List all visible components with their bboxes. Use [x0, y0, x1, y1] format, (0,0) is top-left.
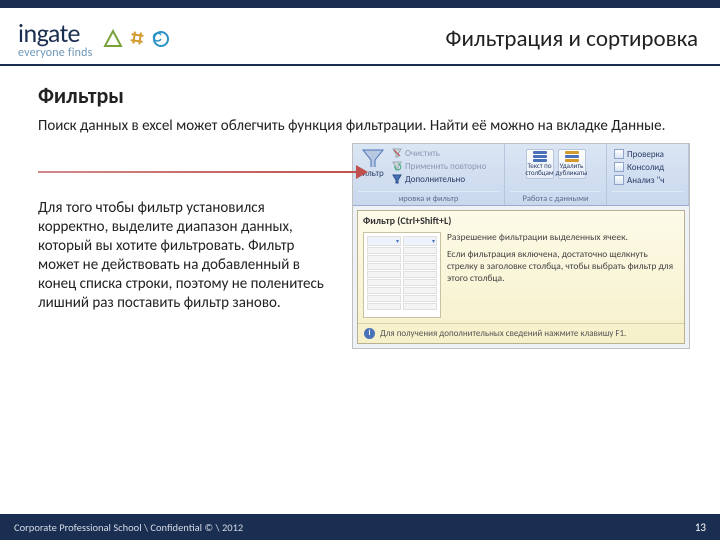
opt-clear-label: Очистить	[405, 148, 440, 159]
spiral-icon	[151, 29, 171, 49]
opt-reapply-label: Применить повторно	[405, 161, 486, 172]
ribbon-group-data: Текст по столбцам Удалить дубликаты Рабо…	[505, 144, 607, 205]
section-title: Фильтры	[38, 82, 690, 109]
ribbon-group-filter: ильтр Очистить Применить повторно	[353, 144, 505, 205]
tooltip-footer: i Для получения дополнительных сведений …	[358, 323, 684, 343]
dup-label-2: дубликаты	[556, 169, 588, 176]
extra-r1-label: Проверка	[627, 149, 664, 160]
validation-icon	[614, 149, 624, 159]
logo-text: ingate everyone finds	[18, 20, 93, 59]
group-caption-filter: ировка и фильтр	[358, 191, 499, 204]
opt-clear[interactable]: Очистить	[392, 148, 486, 159]
intro-text: Поиск данных в excel может облегчить фун…	[38, 117, 678, 137]
tooltip-body: Если фильтрация включена, достаточно щел…	[447, 249, 679, 285]
content: Фильтры Поиск данных в excel может облег…	[0, 66, 720, 349]
tooltip-subtitle: Разрешение фильтрации выделенных ячеек.	[447, 232, 679, 244]
footer: Corporate Professional School \ Confiden…	[0, 514, 720, 540]
screenshot-panel: ильтр Очистить Применить повторно	[352, 143, 690, 349]
excel-ribbon: ильтр Очистить Применить повторно	[353, 144, 689, 206]
extra-whatif[interactable]: Анализ "ч	[614, 175, 683, 186]
tooltip-text: Разрешение фильтрации выделенных ячеек. …	[447, 232, 679, 318]
funnel-icon	[360, 147, 386, 167]
filter-options: Очистить Применить повторно Дополнительн…	[392, 147, 486, 185]
info-icon: i	[364, 328, 375, 339]
extra-r3-label: Анализ "ч	[627, 175, 664, 186]
chevron-down-icon: ▾	[432, 237, 435, 245]
columns: Для того чтобы фильтр установился коррек…	[38, 143, 690, 349]
footer-text: Corporate Professional School \ Confiden…	[14, 521, 243, 534]
top-accent-bar	[0, 0, 720, 8]
group-caption-data: Работа с данными	[510, 191, 601, 204]
opt-advanced-label: Дополнительно	[405, 174, 465, 185]
extra-r2-label: Консолид	[627, 162, 664, 173]
tooltip-thumbnail: ▾ ▾	[363, 232, 441, 318]
logo-block: ingate everyone finds	[18, 20, 171, 59]
logo-tagline: everyone finds	[18, 47, 93, 59]
triangle-icon	[103, 29, 123, 49]
header: ingate everyone finds Фильтрация и сорти…	[0, 8, 720, 66]
text-to-columns-button[interactable]: Текст по столбцам	[526, 149, 554, 179]
logo-shapes	[103, 29, 171, 49]
consolidate-icon	[614, 162, 624, 172]
clear-icon	[392, 148, 402, 158]
opt-reapply[interactable]: Применить повторно	[392, 161, 486, 172]
paragraph-text: Для того чтобы фильтр установился коррек…	[38, 199, 338, 314]
left-column: Для того чтобы фильтр установился коррек…	[38, 143, 338, 314]
reapply-icon	[392, 161, 402, 171]
tooltip-title: Фильтр (Ctrl+Shift+L)	[363, 214, 451, 227]
extra-consolidate[interactable]: Консолид	[614, 162, 683, 173]
whatif-icon	[614, 175, 624, 185]
logo-name: ingate	[18, 20, 93, 46]
group-caption-extra	[612, 191, 683, 204]
ribbon-group-extra: Проверка Консолид Анализ "ч	[607, 144, 689, 205]
page-number: 13	[695, 521, 706, 534]
ttc-label-2: столбцам	[525, 169, 553, 176]
extra-validation[interactable]: Проверка	[614, 149, 683, 160]
arrow-line	[38, 171, 358, 173]
advanced-icon	[392, 174, 402, 184]
page-title: Фильтрация и сортировка	[445, 25, 698, 53]
tooltip-panel: Фильтр (Ctrl+Shift+L) ▾ ▾	[357, 210, 685, 344]
chevron-down-icon: ▾	[396, 237, 399, 245]
opt-advanced[interactable]: Дополнительно	[392, 174, 486, 185]
tooltip-footer-text: Для получения дополнительных сведений на…	[380, 328, 626, 339]
remove-duplicates-button[interactable]: Удалить дубликаты	[558, 149, 586, 179]
hash-icon	[127, 29, 147, 49]
arrow-head-icon	[356, 165, 368, 179]
